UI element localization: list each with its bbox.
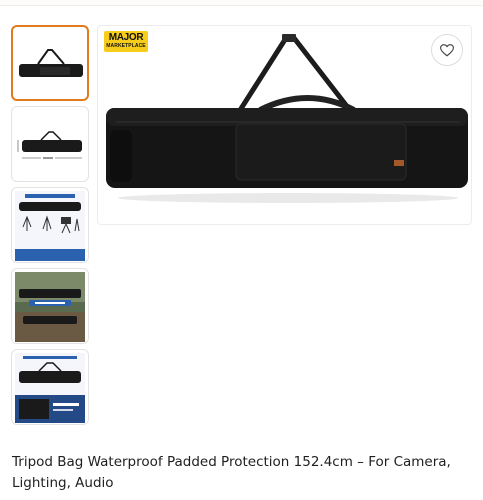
thumbnail-5[interactable] (11, 349, 89, 425)
thumbnail-1[interactable] (11, 25, 89, 101)
stands-image (15, 191, 85, 261)
thumbnail-4[interactable] (11, 268, 89, 344)
exterior-pocket-image (15, 353, 85, 423)
thumbnail-2[interactable] (11, 106, 89, 182)
major-marketplace-badge: MAJOR MARKETPLACE (104, 31, 148, 52)
badge-line-1: MAJOR (108, 32, 144, 43)
easy-carry-image (15, 272, 85, 342)
thumbnail-3[interactable] (11, 187, 89, 263)
heart-icon (440, 43, 454, 56)
main-product-image[interactable]: MAJOR MARKETPLACE (97, 25, 472, 225)
tripod-bag-image (19, 49, 83, 77)
favorite-button[interactable] (431, 34, 463, 66)
top-divider (0, 0, 483, 6)
product-title: Tripod Bag Waterproof Padded Protection … (12, 454, 451, 491)
tripod-bag-main-image (106, 34, 468, 203)
badge-line-2: MARKETPLACE (106, 43, 146, 49)
bag-dimensions-image (17, 131, 82, 160)
